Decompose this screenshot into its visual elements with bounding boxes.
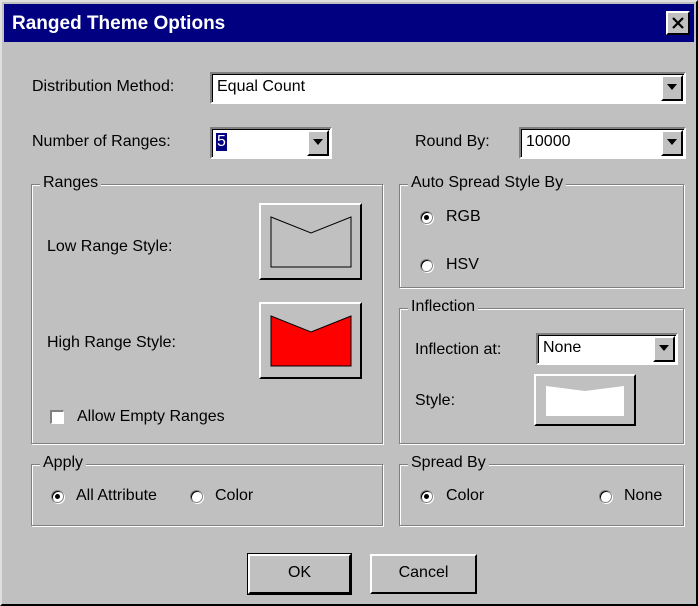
apply-all-attribute-radio[interactable] [51,490,64,503]
round-by-label: Round By: [415,133,490,150]
round-by-select[interactable]: 10000 [519,127,686,159]
inflection-style-label: Style: [415,392,456,409]
allow-empty-ranges-checkbox[interactable] [50,410,64,424]
cancel-button[interactable]: Cancel [370,554,477,594]
apply-all-attribute-label[interactable]: All Attribute [76,487,157,505]
distribution-method-select[interactable]: Equal Count [210,72,686,104]
chevron-down-icon [667,139,677,145]
auto-spread-hsv-radio[interactable] [420,259,433,272]
spread-by-none-label[interactable]: None [624,487,662,505]
round-by-dropdown-button[interactable] [661,130,683,156]
spread-by-none-radio[interactable] [599,490,612,503]
inflection-style-swatch [546,386,624,416]
auto-spread-style-group: Auto Spread Style By [399,174,684,288]
apply-color-radio[interactable] [190,490,203,503]
chevron-down-icon [313,139,323,145]
high-range-style-label: High Range Style: [47,334,176,351]
chevron-down-icon [667,84,677,90]
close-button[interactable] [666,11,690,35]
spread-by-color-label[interactable]: Color [446,487,484,505]
allow-empty-ranges-label[interactable]: Allow Empty Ranges [77,408,225,426]
number-of-ranges-value: 5 [216,133,227,151]
inflection-at-value: None [543,339,582,356]
auto-spread-hsv-label[interactable]: HSV [446,256,479,274]
distribution-method-label: Distribution Method: [32,78,175,95]
auto-spread-rgb-label[interactable]: RGB [446,208,481,226]
distribution-method-value: Equal Count [217,78,306,95]
apply-color-label[interactable]: Color [215,487,253,505]
inflection-at-label: Inflection at: [415,341,502,358]
low-range-style-label: Low Range Style: [47,238,173,255]
auto-spread-rgb-radio[interactable] [420,211,433,224]
number-of-ranges-select[interactable]: 5 [210,127,332,159]
inflection-at-dropdown-button[interactable] [653,336,675,362]
number-of-ranges-label: Number of Ranges: [32,133,171,150]
spread-by-group-title: Spread By [408,454,489,472]
inflection-at-select[interactable]: None [536,333,678,365]
inflection-group-title: Inflection [408,298,479,316]
chevron-down-icon [659,345,669,351]
number-of-ranges-dropdown-button[interactable] [307,130,329,156]
cancel-button-label: Cancel [398,564,449,581]
title-bar: Ranged Theme Options [4,4,694,42]
round-by-value: 10000 [526,133,571,150]
apply-group-title: Apply [40,454,87,472]
inflection-style-button[interactable] [534,374,636,426]
distribution-method-dropdown-button[interactable] [661,75,683,101]
low-range-style-button[interactable] [259,203,362,280]
ok-button-label: OK [287,564,312,581]
close-icon [672,17,684,29]
ranges-group-title: Ranges [40,174,102,192]
spread-by-color-radio[interactable] [420,490,433,503]
high-range-style-button[interactable] [259,302,362,379]
auto-spread-style-title: Auto Spread Style By [408,174,567,192]
ranged-theme-options-dialog: Ranged Theme Options Distribution Method… [0,0,698,606]
low-range-style-swatch [270,216,352,268]
high-range-style-swatch [270,315,352,367]
window-title: Ranged Theme Options [12,13,226,34]
ok-button[interactable]: OK [247,553,352,595]
